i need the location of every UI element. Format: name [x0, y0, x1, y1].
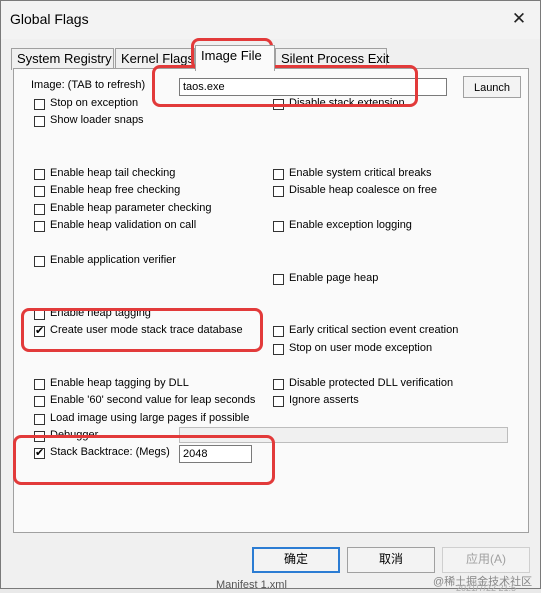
- apply-button: 应用(A): [442, 547, 530, 573]
- disable-coalesce-checkbox[interactable]: [273, 186, 284, 197]
- close-icon[interactable]: ✕: [508, 7, 530, 31]
- heap-tail-label: Enable heap tail checking: [50, 167, 176, 179]
- image-label: Image: (TAB to refresh): [31, 79, 146, 91]
- page-heap-checkbox[interactable]: [273, 274, 284, 285]
- disable-coalesce-label: Disable heap coalesce on free: [289, 184, 437, 196]
- disable-protected-dll-checkbox[interactable]: [273, 379, 284, 390]
- exception-logging-label: Enable exception logging: [289, 219, 412, 231]
- stop-user-mode-label: Stop on user mode exception: [289, 342, 433, 354]
- title-bar: Global Flags ✕: [1, 1, 540, 39]
- heap-tagging-dll-label: Enable heap tagging by DLL: [50, 377, 189, 389]
- tab-image-file[interactable]: Image File: [195, 45, 275, 71]
- stop-on-exception-label: Stop on exception: [50, 97, 139, 109]
- highlight-box-stack-backtrace: [13, 435, 275, 485]
- system-critical-checkbox[interactable]: [273, 169, 284, 180]
- leap-seconds-label: Enable '60' second value for leap second…: [50, 394, 256, 406]
- app-verifier-checkbox[interactable]: [34, 256, 45, 267]
- exception-logging-checkbox[interactable]: [273, 221, 284, 232]
- leap-seconds-checkbox[interactable]: [34, 396, 45, 407]
- large-pages-label: Load image using large pages if possible: [50, 412, 250, 424]
- heap-validation-checkbox[interactable]: [34, 221, 45, 232]
- heap-free-checkbox[interactable]: [34, 186, 45, 197]
- heap-param-label: Enable heap parameter checking: [50, 202, 212, 214]
- background-file-date: 2021/7/22 21:5: [456, 583, 517, 593]
- window-title: Global Flags: [10, 11, 89, 27]
- highlight-box-ust: [21, 308, 263, 352]
- large-pages-checkbox[interactable]: [34, 414, 45, 425]
- show-loader-snaps-checkbox[interactable]: [34, 116, 45, 127]
- system-critical-label: Enable system critical breaks: [289, 167, 432, 179]
- stop-on-exception-checkbox[interactable]: [34, 99, 45, 110]
- heap-tagging-dll-checkbox[interactable]: [34, 379, 45, 390]
- app-verifier-label: Enable application verifier: [50, 254, 176, 266]
- show-loader-snaps-label: Show loader snaps: [50, 114, 144, 126]
- stop-user-mode-checkbox[interactable]: [273, 344, 284, 355]
- heap-tail-checkbox[interactable]: [34, 169, 45, 180]
- cancel-button[interactable]: 取消: [347, 547, 435, 573]
- early-critical-checkbox[interactable]: [273, 326, 284, 337]
- disable-protected-dll-label: Disable protected DLL verification: [289, 377, 454, 389]
- global-flags-dialog: Global Flags ✕ System Registry Kernel Fl…: [0, 0, 541, 593]
- tab-system-registry[interactable]: System Registry: [11, 48, 114, 70]
- ok-button[interactable]: 确定: [252, 547, 340, 573]
- heap-validation-label: Enable heap validation on call: [50, 219, 197, 231]
- ignore-asserts-checkbox[interactable]: [273, 396, 284, 407]
- heap-param-checkbox[interactable]: [34, 204, 45, 215]
- ignore-asserts-label: Ignore asserts: [289, 394, 359, 406]
- background-file-name: Manifest 1.xml: [216, 579, 287, 591]
- highlight-box-image-input: [152, 65, 418, 107]
- page-heap-label: Enable page heap: [289, 272, 379, 284]
- early-critical-label: Early critical section event creation: [289, 324, 459, 336]
- heap-free-label: Enable heap free checking: [50, 184, 181, 196]
- launch-button[interactable]: Launch: [463, 76, 521, 98]
